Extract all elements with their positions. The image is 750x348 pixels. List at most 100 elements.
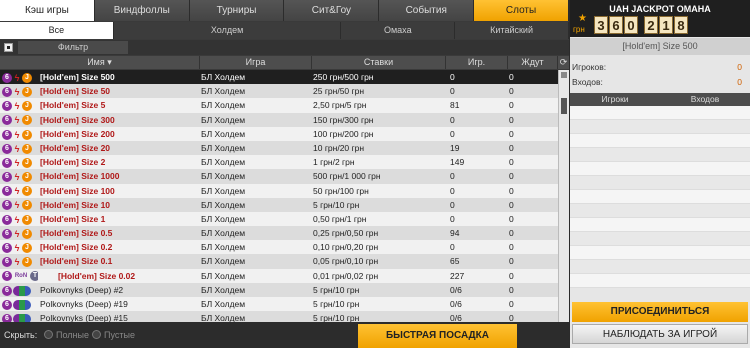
row-icons: 6ϟJ (2, 141, 38, 155)
game-type-tabs: Кэш игры Виндфоллы Турниры Сит&Гоу Событ… (0, 0, 569, 21)
table-row[interactable]: 6 ϟ J [Hold'em] Size 500 БЛ Холдем 250 грн/50… (0, 70, 558, 85)
six-icon: 6 (2, 214, 12, 225)
jackpot-currency: грн (573, 25, 585, 34)
player-row (570, 204, 750, 218)
scroll-up-icon[interactable] (561, 72, 567, 78)
tab-windfalls[interactable]: Виндфоллы (94, 0, 190, 21)
lightning-icon: ϟ (14, 243, 20, 253)
six-icon: 6 (2, 157, 12, 168)
table-row[interactable]: 6 Polkovnyks (Deep) #2 БЛ Холдем 5 грн/10 г… (0, 282, 558, 297)
row-icons: 6 RoN T (2, 269, 38, 283)
lightning-icon: ϟ (14, 172, 20, 183)
table-row[interactable]: 6 ϟ J [Hold'em] Size 1000 БЛ Холдем 500 грн/1… (0, 169, 558, 184)
game-type: БЛ Холдем (201, 313, 246, 322)
refresh-icon[interactable]: ⟳ (558, 56, 569, 69)
game-type: БЛ Холдем (201, 199, 246, 210)
col-waiting-header[interactable]: Ждут (508, 56, 558, 69)
tab-events[interactable]: События (379, 0, 475, 21)
jackpot-icon: J (22, 157, 32, 168)
subtab-omaha[interactable]: Омаха (341, 22, 456, 39)
table-name: [Hold'em] Size 300 (40, 114, 115, 125)
stakes: 50 грн/100 грн (313, 185, 369, 196)
jackpot-icon: J (22, 172, 32, 183)
sort-arrow-icon: ▾ (107, 57, 112, 67)
table-name: [Hold'em] Size 0.2 (40, 242, 113, 253)
waiting: 0 (509, 114, 514, 125)
stakes: 150 грн/300 грн (313, 114, 374, 125)
table-row[interactable]: 6 Polkovnyks (Deep) #15 БЛ Холдем 5 грн/10 … (0, 311, 558, 322)
filter-toggle-checkbox[interactable] (4, 43, 13, 52)
watch-game-button[interactable]: НАБЛЮДАТЬ ЗА ИГРОЙ (572, 324, 748, 344)
col-game-header[interactable]: Игра (200, 56, 312, 69)
table-row[interactable]: 6 ϟ J [Hold'em] Size 100 БЛ Холдем 50 грн/100… (0, 183, 558, 198)
table-row[interactable]: 6 ϟ J [Hold'em] Size 5 БЛ Холдем 2,50 грн/5 г… (0, 98, 558, 113)
table-row[interactable]: 6 ϟ J [Hold'em] Size 10 БЛ Холдем 5 грн/10 гр… (0, 197, 558, 212)
game-type: БЛ Холдем (201, 114, 246, 125)
waiting: 0 (509, 86, 514, 97)
table-row[interactable]: 6 ϟ J [Hold'em] Size 2 БЛ Холдем 1 грн/2 грн 1… (0, 155, 558, 170)
waiting: 0 (509, 72, 514, 82)
table-row[interactable]: 6 ϟ J [Hold'em] Size 50 БЛ Холдем 25 грн/50 г… (0, 84, 558, 99)
players-table-header: Игроки Входов (570, 93, 750, 106)
table-name: [Hold'em] Size 5 (40, 100, 106, 111)
subtab-chinese[interactable]: Китайский (455, 22, 569, 39)
waiting: 0 (509, 313, 514, 322)
table-row[interactable]: 6 ϟ J [Hold'em] Size 0.2 БЛ Холдем 0,10 грн/0… (0, 240, 558, 255)
stakes: 5 грн/10 грн (313, 313, 360, 322)
table-row[interactable]: 6 ϟ J [Hold'em] Size 0.5 БЛ Холдем 0,25 грн/0… (0, 226, 558, 241)
jackpot-counter: 3 6 0 2 1 8 (594, 16, 689, 34)
table-row[interactable]: 6 Polkovnyks (Deep) #19 БЛ Холдем 5 грн/10 … (0, 297, 558, 312)
row-icons: 6ϟJ (2, 155, 38, 169)
join-button[interactable]: ПРИСОЕДИНИТЬСЯ (572, 302, 748, 322)
col-entries: Входов (690, 94, 720, 104)
hide-full-radio[interactable] (44, 330, 53, 339)
col-players-header[interactable]: Игр. (446, 56, 508, 69)
table-name: Polkovnyks (Deep) #15 (40, 313, 128, 322)
quick-seat-button[interactable]: БЫСТРАЯ ПОСАДКА (358, 324, 517, 348)
scroll-thumb[interactable] (561, 98, 567, 114)
players: 0 (450, 128, 455, 139)
tab-tournaments[interactable]: Турниры (189, 0, 285, 21)
table-row[interactable]: 6 ϟ J [Hold'em] Size 200 БЛ Холдем 100 грн/20… (0, 126, 558, 141)
player-row (570, 246, 750, 260)
col-stakes-header[interactable]: Ставки (312, 56, 446, 69)
game-type: БЛ Холдем (201, 185, 246, 196)
scrollbar[interactable] (558, 70, 569, 322)
tab-sit-and-go[interactable]: Сит&Гоу (284, 0, 380, 21)
tab-cash-games[interactable]: Кэш игры (0, 0, 95, 21)
col-players: Игроки (601, 94, 629, 104)
hide-empty-radio[interactable] (92, 330, 101, 339)
stakes: 500 грн/1 000 грн (313, 171, 381, 182)
table-row[interactable]: 6 ϟ J [Hold'em] Size 0.1 БЛ Холдем 0,05 грн/0… (0, 254, 558, 269)
player-row (570, 106, 750, 120)
table-row[interactable]: 6 ϟ J [Hold'em] Size 1 БЛ Холдем 0,50 грн/1 г… (0, 211, 558, 227)
subtab-all[interactable]: Все (0, 22, 114, 39)
table-name: Polkovnyks (Deep) #19 (40, 299, 128, 309)
jackpot-title: UAH JACKPOT ОМАНА (609, 4, 711, 14)
player-row (570, 190, 750, 204)
six-icon: 6 (2, 271, 12, 282)
players: 0 (450, 199, 455, 210)
jackpot-icon: J (22, 214, 32, 225)
game-type: БЛ Холдем (201, 242, 246, 253)
game-type: БЛ Холдем (201, 228, 246, 239)
players: 0 (450, 114, 455, 125)
players: 65 (450, 256, 460, 267)
table-row[interactable]: 6 ϟ J [Hold'em] Size 20 БЛ Холдем 10 грн/20 г… (0, 140, 558, 156)
row-icons: 6ϟJ (2, 198, 38, 212)
filter-bar: Фильтр (0, 40, 569, 55)
table-header: Имя ▾ Игра Ставки Игр. Ждут (0, 56, 569, 69)
game-type: БЛ Холдем (201, 299, 246, 309)
table-row[interactable]: 6 RoN T [Hold'em] Size 0.02 БЛ Холдем 0,01 гр… (0, 268, 558, 283)
col-name-header[interactable]: Имя ▾ (0, 56, 200, 69)
tab-slots[interactable]: Слоты (474, 0, 569, 21)
subtab-holdem[interactable]: Холдем (114, 22, 342, 39)
table-row[interactable]: 6 ϟ J [Hold'em] Size 300 БЛ Холдем 150 грн/30… (0, 112, 558, 127)
lightning-icon: ϟ (14, 200, 20, 211)
waiting: 0 (509, 299, 514, 309)
lightning-icon: ϟ (14, 186, 20, 197)
player-row (570, 260, 750, 274)
filter-button[interactable]: Фильтр (18, 41, 128, 54)
six-icon: 6 (2, 200, 12, 211)
six-icon: 6 (2, 243, 12, 253)
